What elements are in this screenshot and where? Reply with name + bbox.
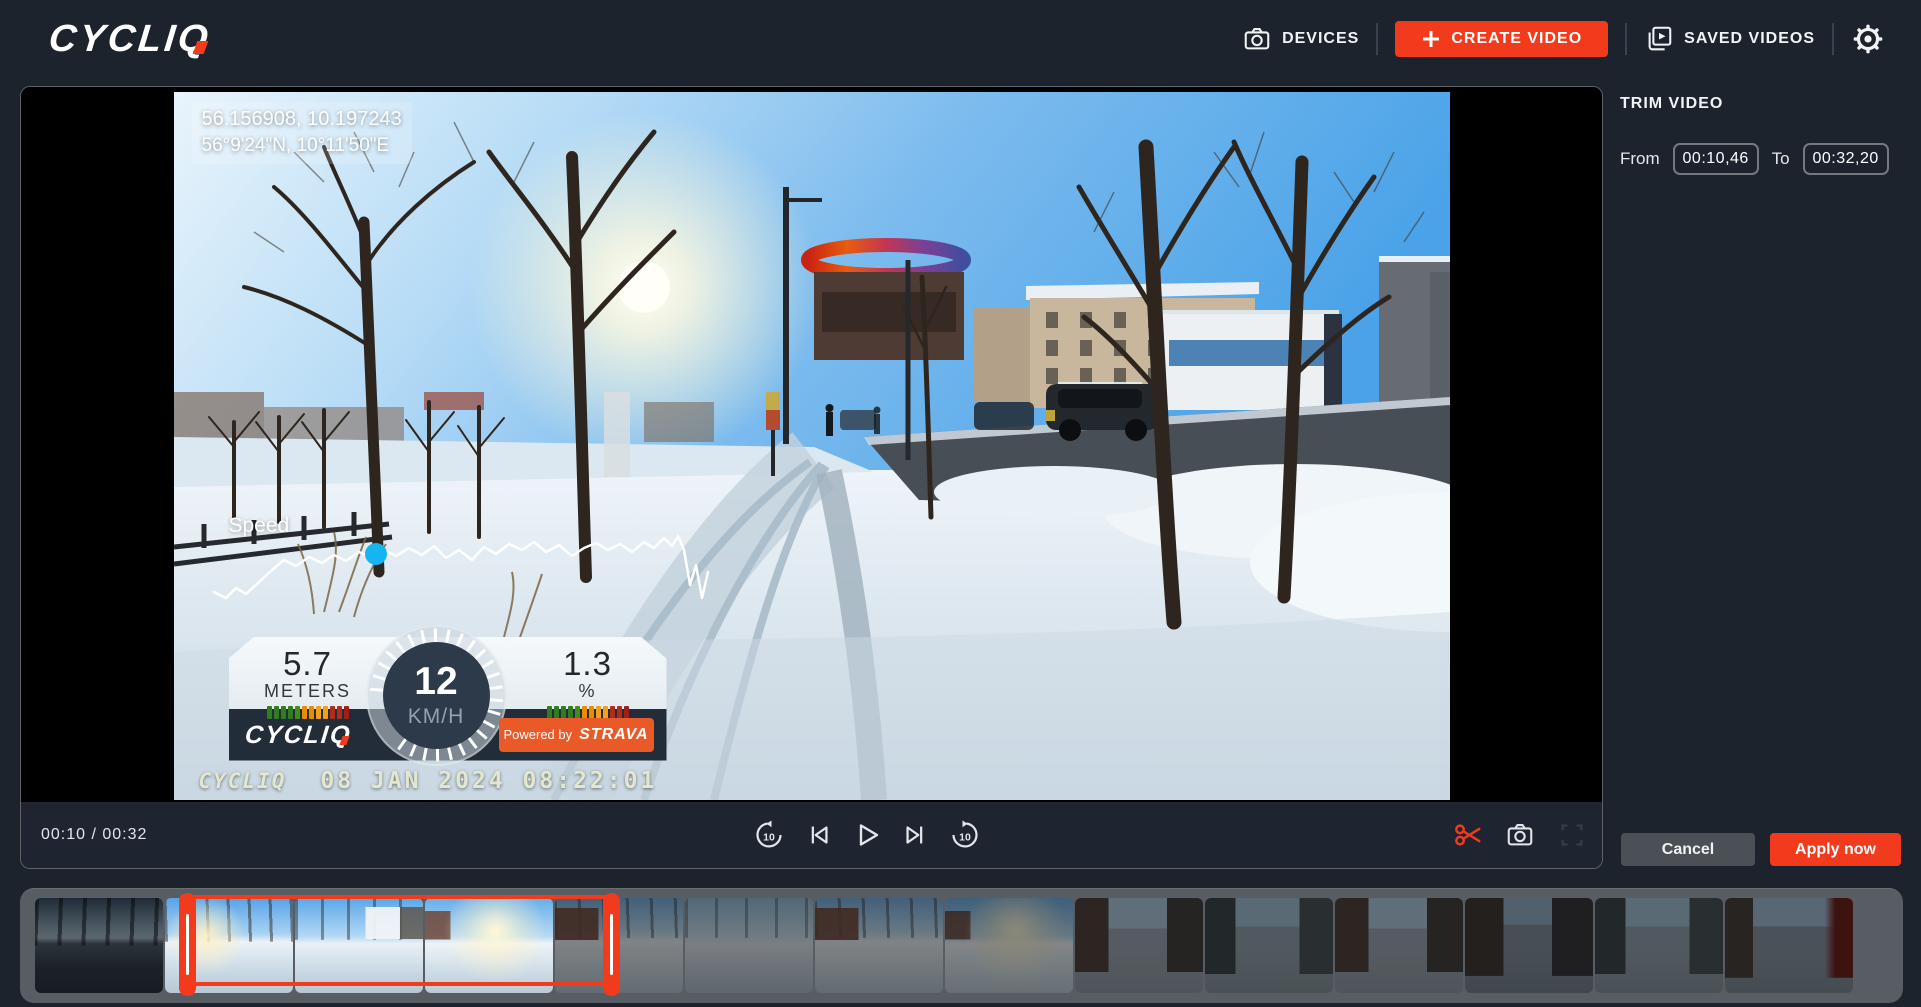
strava-logo: STRAVA	[579, 726, 648, 744]
trim-from-label: From	[1620, 149, 1660, 169]
trim-end-handle[interactable]	[603, 893, 620, 996]
forward-10-button[interactable]: 10	[947, 817, 983, 853]
timeline-thumbnail[interactable]	[1465, 898, 1593, 993]
distance-metric: 5.7 METERS	[253, 645, 363, 720]
nav-separator	[1832, 23, 1834, 55]
powered-by-label: Powered by	[503, 727, 572, 742]
gps-decimal: 56.156908, 10.197243	[202, 106, 402, 133]
distance-meter-bars	[253, 706, 363, 720]
speed-gauge: 12 KM/H	[366, 625, 507, 766]
gradient-metric: 1.3 %	[533, 645, 643, 720]
distance-value: 5.7	[253, 645, 363, 683]
settings-button[interactable]	[1851, 22, 1885, 56]
gear-icon	[1851, 22, 1885, 56]
apply-now-button[interactable]: Apply now	[1770, 833, 1901, 866]
snapshot-button[interactable]	[1502, 817, 1538, 853]
timeline-thumbnail[interactable]	[425, 898, 553, 993]
timeline-thumbnail[interactable]	[1205, 898, 1333, 993]
timeline-thumbnail[interactable]	[1335, 898, 1463, 993]
cycliq-logo-text: CYCLIQ	[47, 18, 213, 61]
plus-icon	[1421, 29, 1441, 49]
filmstrip	[35, 898, 1853, 993]
trim-scissors-button[interactable]	[1450, 817, 1486, 853]
create-video-button[interactable]: CREATE VIDEO	[1395, 21, 1608, 57]
trim-to-input[interactable]	[1803, 143, 1889, 175]
nav-separator	[1625, 23, 1627, 55]
trim-to-label: To	[1772, 149, 1790, 169]
video-letterbox: 56.156908, 10.197243 56°9'24"N, 10°11'50…	[21, 87, 1602, 804]
saved-videos-button[interactable]: SAVED VIDEOS	[1644, 24, 1815, 54]
cancel-button[interactable]: Cancel	[1621, 833, 1755, 866]
nav-separator	[1376, 23, 1378, 55]
osd-datetime: 08 JAN 2024 08:22:01	[320, 768, 657, 794]
trim-start-handle[interactable]	[179, 893, 196, 996]
skip-end-button[interactable]	[898, 817, 934, 853]
timeline-thumbnail[interactable]	[945, 898, 1073, 993]
devices-label: DEVICES	[1282, 30, 1359, 48]
trim-panel: TRIM VIDEO From To	[1620, 95, 1901, 175]
gps-dms: 56°9'24"N, 10°11'50"E	[202, 133, 402, 159]
timeline-thumbnail[interactable]	[295, 898, 423, 993]
trim-from-input[interactable]	[1673, 143, 1759, 175]
time-display: 00:10 / 00:32	[41, 826, 147, 844]
timeline-thumbnail[interactable]	[35, 898, 163, 993]
camera-device-icon	[1242, 24, 1272, 54]
video-frame[interactable]: 56.156908, 10.197243 56°9'24"N, 10°11'50…	[174, 92, 1450, 800]
speed-line	[214, 536, 708, 598]
distance-unit: METERS	[253, 681, 363, 702]
tool-controls	[1450, 817, 1590, 853]
timeline-thumbnail[interactable]	[1725, 898, 1853, 993]
trim-range-row: From To	[1620, 143, 1901, 175]
trim-panel-title: TRIM VIDEO	[1620, 95, 1901, 113]
cycliq-logo[interactable]: CYCLIQ	[49, 18, 211, 61]
osd-brand: CYCLIQ	[199, 769, 287, 793]
devices-button[interactable]: DEVICES	[1242, 24, 1359, 54]
header-nav: DEVICES CREATE VIDEO SAVED VIDEOS	[1242, 21, 1885, 57]
camera-osd: CYCLIQ 08 JAN 2024 08:22:01	[199, 768, 658, 794]
dashboard-brand-logo: CYCLIQ	[245, 721, 351, 750]
skip-start-button[interactable]	[800, 817, 836, 853]
svg-text:10: 10	[959, 832, 971, 844]
gps-overlay: 56.156908, 10.197243 56°9'24"N, 10°11'50…	[192, 102, 412, 165]
top-bar: CYCLIQ DEVICES CREATE VIDEO	[0, 0, 1921, 78]
gauge-speed-unit: KM/H	[408, 705, 465, 729]
play-button[interactable]	[849, 817, 885, 853]
dashboard-overlay: 5.7 METERS 1.3 % 12 KM/H	[229, 637, 667, 761]
gauge-core: 12 KM/H	[383, 642, 490, 749]
fullscreen-button[interactable]	[1554, 817, 1590, 853]
rewind-10-button[interactable]: 10	[751, 817, 787, 853]
timeline[interactable]	[20, 888, 1903, 1003]
player-controls-bar: 00:10 / 00:32 10	[21, 802, 1602, 868]
svg-text:10: 10	[763, 832, 775, 844]
timeline-thumbnail[interactable]	[685, 898, 813, 993]
gradient-value: 1.3	[533, 645, 643, 683]
trim-action-buttons: Cancel Apply now	[1621, 833, 1901, 866]
timeline-thumbnail[interactable]	[1075, 898, 1203, 993]
saved-videos-label: SAVED VIDEOS	[1684, 30, 1815, 48]
playback-controls: 10 10	[751, 817, 983, 853]
gauge-speed-value: 12	[414, 662, 457, 701]
create-video-label: CREATE VIDEO	[1451, 30, 1582, 48]
timeline-thumbnail[interactable]	[815, 898, 943, 993]
video-player: 56.156908, 10.197243 56°9'24"N, 10°11'50…	[20, 86, 1603, 869]
speed-position-marker	[365, 543, 387, 565]
speed-sparkline	[214, 530, 714, 610]
timeline-thumbnail[interactable]	[1595, 898, 1723, 993]
gradient-unit: %	[533, 681, 643, 702]
strava-badge: Powered by STRAVA	[499, 718, 654, 752]
saved-videos-icon	[1644, 24, 1674, 54]
